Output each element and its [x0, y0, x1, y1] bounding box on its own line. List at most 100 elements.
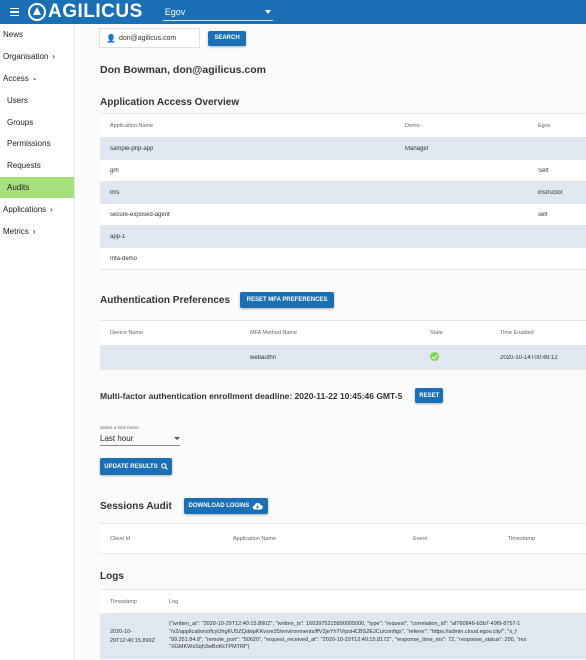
application-name-cell: lms	[110, 189, 120, 196]
update-results-label: UPDATE RESULTS	[104, 463, 158, 470]
table-row[interactable]: 2020-10- 29T12:40:15.890Z {"written_at":…	[100, 614, 586, 659]
logo[interactable]: AGILICUS	[28, 1, 143, 23]
sidebar-item-label: Applications	[3, 204, 47, 214]
sidebar-item-metrics[interactable]: Metrics ›	[0, 220, 74, 242]
table-header-row: Device Name MFA Method Name State Time E…	[100, 321, 586, 346]
cloud-download-icon	[252, 502, 263, 510]
user-heading: Don Bowman, don@agilicus.com	[100, 64, 267, 76]
time-enabled-cell: 2020-10-14T00:49:12	[500, 354, 558, 361]
download-logins-label: DOWNLOAD LOGINS	[188, 503, 250, 509]
reset-deadline-button[interactable]: RESET	[415, 388, 444, 403]
download-logins-button[interactable]: DOWNLOAD LOGINS	[183, 498, 268, 514]
column-header-log[interactable]: Log	[169, 599, 586, 605]
column-header-event[interactable]: Event	[413, 536, 508, 542]
organisation-select[interactable]: Egov	[162, 3, 273, 21]
column-header-demo[interactable]: Demo	[405, 123, 538, 129]
sidebar-item-label: Requests	[7, 161, 41, 171]
table-header-row: Timestamp Log	[100, 590, 586, 614]
application-name-cell: sample-php-app	[110, 145, 154, 152]
section-title-access-overview: Application Access Overview	[100, 97, 240, 108]
sidebar-item-news[interactable]: News	[0, 24, 74, 46]
sidebar-item-requests[interactable]: Requests	[0, 155, 74, 177]
column-header-mfa-method[interactable]: MFA Method Name	[250, 330, 430, 336]
user-search-input[interactable]: 👤 don@agilicus.com	[99, 28, 200, 48]
column-header-state[interactable]: State	[430, 330, 500, 336]
state-cell	[430, 352, 500, 363]
table-header-row: Application Name Demo Egov	[100, 114, 586, 138]
user-search-value: don@agilicus.com	[118, 34, 177, 42]
sidebar-item-permissions[interactable]: Permissions	[0, 133, 74, 155]
sidebar-item-label: Permissions	[7, 139, 51, 149]
log-message-cell: {"written_at": "2020-10-29T12:40:15.890Z…	[169, 620, 527, 651]
table-row[interactable]: mfa-demo	[100, 248, 586, 270]
mfa-method-cell: webauthn	[250, 354, 277, 361]
sidebar-item-access[interactable]: Access ⌄	[0, 68, 74, 90]
application-name-cell: mfa-demo	[110, 255, 138, 262]
mfa-deadline-text: Multi-factor authentication enrollment d…	[100, 390, 403, 401]
time-frame-value: Last hour	[100, 434, 134, 443]
sidebar-item-applications[interactable]: Applications ›	[0, 198, 74, 220]
chevron-right-icon: ›	[50, 204, 53, 214]
column-header-egov[interactable]: Egov	[538, 123, 586, 129]
update-results-button[interactable]: UPDATE RESULTS	[100, 458, 172, 475]
demo-role-cell: Manager	[405, 145, 429, 152]
person-search-icon: 👤	[106, 33, 116, 43]
mfa-deadline-row: Multi-factor authentication enrollment d…	[100, 388, 444, 403]
sidebar-item-users[interactable]: Users	[0, 89, 74, 111]
column-header-application-name[interactable]: Application Name	[233, 536, 413, 542]
egov-role-cell: Self	[538, 167, 549, 174]
column-header-client-id[interactable]: Client Id	[100, 536, 233, 542]
table-row[interactable]: webauthn 2020-10-14T00:49:12	[100, 346, 586, 370]
column-header-time-enabled[interactable]: Time Enabled	[500, 330, 586, 336]
column-header-timestamp[interactable]: Timestamp	[508, 536, 586, 542]
sidebar: News Organisation › Access ⌄ Users Groups …	[0, 24, 75, 660]
search-icon	[160, 463, 168, 470]
log-timestamp-cell: 2020-10- 29T12:40:15.890Z	[110, 629, 155, 644]
section-title-sessions-audit: Sessions Audit	[100, 500, 172, 512]
check-circle-icon	[430, 352, 439, 361]
application-name-cell: grh	[110, 167, 119, 174]
column-header-application-name[interactable]: Application Name	[110, 123, 415, 129]
table-row[interactable]: grh Self	[100, 160, 586, 182]
sidebar-item-groups[interactable]: Groups	[0, 111, 74, 133]
sidebar-item-label: Organisation	[3, 52, 49, 62]
access-overview-table: Application Name Demo Egov sample-php-ap…	[100, 113, 586, 270]
table-header-row: Client Id Application Name Event Timesta…	[100, 524, 586, 554]
sessions-audit-header: Sessions Audit DOWNLOAD LOGINS	[100, 498, 268, 514]
chevron-down-icon	[174, 437, 180, 440]
time-frame-select[interactable]: Last hour	[100, 432, 180, 446]
section-title-auth-prefs: Authentication Preferences	[100, 294, 231, 306]
logs-table: Timestamp Log 2020-10- 29T12:40:15.890Z …	[100, 589, 586, 659]
sidebar-item-organisation[interactable]: Organisation ›	[0, 46, 74, 68]
logo-text: AGILICUS	[48, 1, 143, 22]
logo-icon	[28, 3, 46, 21]
chevron-right-icon: ›	[32, 226, 36, 236]
egov-role-cell: self	[538, 211, 548, 218]
column-header-timestamp[interactable]: Timestamp	[100, 599, 169, 605]
chevron-right-icon: ›	[52, 52, 56, 62]
menu-icon[interactable]	[2, 0, 26, 24]
search-button[interactable]: SEARCH	[208, 30, 246, 46]
column-header-device-name[interactable]: Device Name	[100, 330, 250, 336]
table-row[interactable]: sample-php-app Manager	[100, 138, 586, 160]
chevron-down-icon: ⌄	[31, 75, 38, 83]
application-name-cell: secure-exposed-agent	[110, 211, 170, 218]
table-row[interactable]: lms instructor	[100, 182, 586, 204]
sidebar-item-audits[interactable]: Audits	[0, 176, 74, 199]
sidebar-item-label: Metrics	[3, 226, 29, 236]
section-title-logs: Logs	[100, 571, 124, 582]
main-content: 👤 don@agilicus.com SEARCH Don Bowman, do…	[76, 24, 586, 660]
sidebar-item-label: Access	[3, 73, 29, 83]
table-row[interactable]: app-1	[100, 226, 586, 248]
egov-role-cell: instructor	[538, 189, 563, 196]
time-frame-label: Select a time frame	[100, 425, 139, 430]
table-row[interactable]: secure-exposed-agent self	[100, 204, 586, 226]
organisation-select-value: Egov	[164, 6, 186, 17]
application-name-cell: app-1	[110, 233, 126, 240]
sessions-audit-table: Client Id Application Name Event Timesta…	[100, 523, 586, 554]
sidebar-item-label: Audits	[7, 182, 30, 192]
chevron-down-icon	[264, 9, 271, 14]
auth-prefs-header: Authentication Preferences RESET MFA PRE…	[100, 292, 335, 308]
reset-mfa-preferences-button[interactable]: RESET MFA PREFERENCES	[240, 292, 335, 308]
auth-prefs-table: Device Name MFA Method Name State Time E…	[100, 320, 586, 370]
